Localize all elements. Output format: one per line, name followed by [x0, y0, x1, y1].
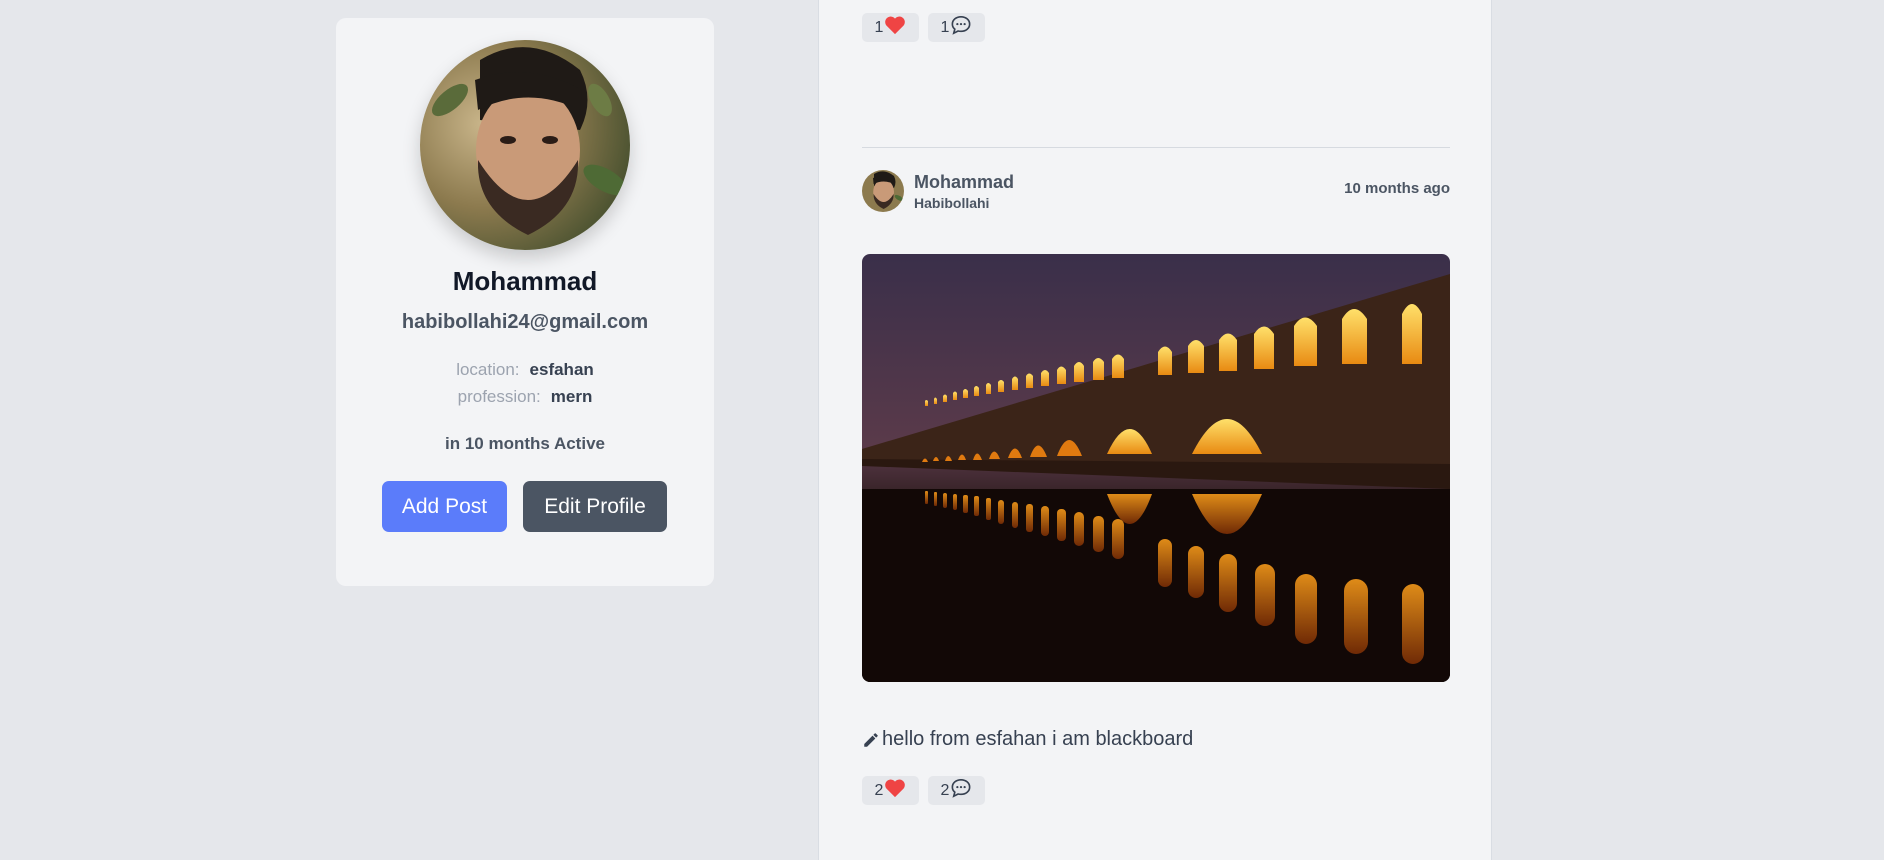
location-value: esfahan [529, 360, 594, 379]
location-row: location: esfahan [336, 360, 714, 380]
feed-column: 1 1 Mohammad Habibollahi 10 months ago h… [818, 0, 1492, 860]
like-button[interactable]: 1 [862, 13, 919, 42]
post-author: Mohammad Habibollahi 10 months ago [862, 170, 1450, 214]
heart-icon [884, 15, 906, 40]
like-count: 2 [874, 781, 884, 799]
profession-value: mern [550, 387, 593, 406]
post-caption: hello from esfahan i am blackboard [862, 728, 1193, 751]
post-timestamp: 10 months ago [1344, 180, 1450, 197]
post-divider [862, 147, 1450, 148]
profession-label: profession: [457, 387, 541, 406]
author-first-name[interactable]: Mohammad [914, 172, 1014, 193]
chat-bubble-icon [950, 778, 972, 803]
comment-count: 1 [940, 18, 950, 36]
pencil-icon [862, 731, 880, 749]
active-status: in 10 months Active [445, 434, 605, 453]
comment-button[interactable]: 2 [928, 776, 985, 805]
location-label: location: [456, 360, 520, 379]
profile-card: Mohammad habibollahi24@gmail.com locatio… [336, 18, 714, 586]
post-image [862, 254, 1450, 682]
heart-icon [884, 778, 906, 803]
profession-row: profession: mern [336, 387, 714, 407]
like-button[interactable]: 2 [862, 776, 919, 805]
profile-avatar [420, 40, 630, 250]
edit-profile-button[interactable]: Edit Profile [523, 481, 667, 532]
comment-count: 2 [940, 781, 950, 799]
author-last-name[interactable]: Habibollahi [914, 195, 989, 211]
like-count: 1 [874, 18, 884, 36]
profile-name: Mohammad [452, 266, 598, 296]
profile-email: habibollahi24@gmail.com [401, 311, 649, 333]
comment-button[interactable]: 1 [928, 13, 985, 42]
post-text: hello from esfahan i am blackboard [882, 728, 1194, 750]
chat-bubble-icon [950, 15, 972, 40]
author-avatar[interactable] [862, 170, 904, 212]
add-post-button[interactable]: Add Post [382, 481, 507, 532]
